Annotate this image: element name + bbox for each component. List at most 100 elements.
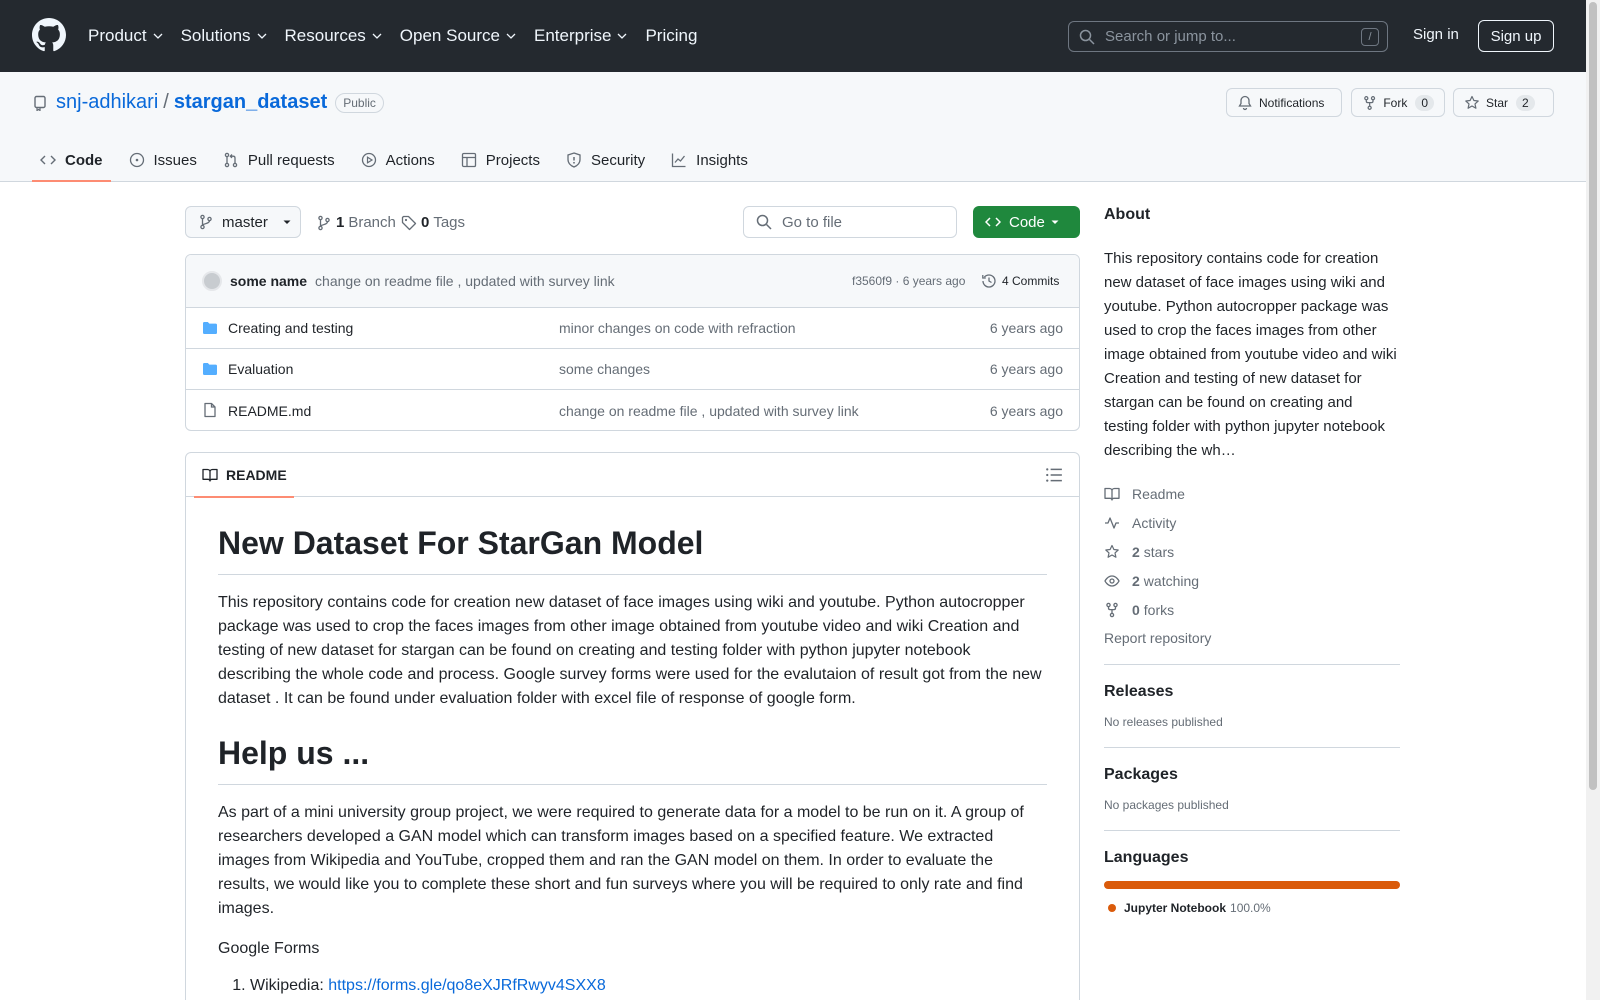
file-commit-message[interactable]: minor changes on code with refraction bbox=[559, 320, 796, 336]
commit-hash-age[interactable]: f3560f9 · 6 years ago bbox=[852, 274, 965, 288]
sign-up-button[interactable]: Sign up bbox=[1478, 20, 1554, 52]
nav-open-source[interactable]: Open Source bbox=[400, 26, 516, 46]
list-icon[interactable] bbox=[1045, 466, 1063, 484]
star-icon bbox=[1105, 544, 1119, 558]
watching-link[interactable]: 2 watching bbox=[1104, 566, 1400, 595]
readme-panel: README New Dataset For StarGan Model Thi… bbox=[185, 452, 1080, 1000]
commit-author[interactable]: some name bbox=[230, 273, 307, 289]
code-dropdown-button[interactable]: Code bbox=[973, 206, 1080, 238]
nav-product[interactable]: Product bbox=[88, 26, 163, 46]
report-repository-link[interactable]: Report repository bbox=[1104, 630, 1400, 646]
nav-solutions[interactable]: Solutions bbox=[181, 26, 267, 46]
releases-title[interactable]: Releases bbox=[1104, 683, 1400, 701]
releases-section: Releases No releases published bbox=[1104, 664, 1400, 729]
sign-in-link[interactable]: Sign in bbox=[1413, 26, 1459, 43]
issue-icon bbox=[129, 152, 144, 168]
github-logo-icon[interactable] bbox=[32, 18, 66, 52]
file-name-link[interactable]: Creating and testing bbox=[228, 320, 353, 336]
tab-actions[interactable]: Actions bbox=[353, 138, 443, 182]
caret-down-icon bbox=[283, 220, 291, 224]
commit-message[interactable]: change on readme file , updated with sur… bbox=[315, 273, 615, 289]
readme-tab[interactable]: README bbox=[194, 453, 294, 498]
repo-owner-link[interactable]: snj-adhikari bbox=[56, 91, 158, 114]
notifications-button[interactable]: Notifications bbox=[1226, 88, 1342, 117]
branch-selector-button[interactable]: master bbox=[185, 206, 301, 238]
nav-pricing-label: Pricing bbox=[645, 26, 698, 45]
readme-link[interactable]: Readme bbox=[1104, 479, 1400, 508]
avatar[interactable] bbox=[202, 271, 222, 291]
readme-list: Wikipedia: https://forms.gle/qo8eXJRfRwy… bbox=[250, 977, 1047, 995]
branch-count: 1 bbox=[336, 214, 345, 231]
book-icon bbox=[1104, 487, 1120, 501]
language-bar bbox=[1104, 881, 1400, 889]
file-browser: some name change on readme file , update… bbox=[185, 254, 1080, 431]
branch-icon bbox=[200, 214, 212, 230]
packages-title[interactable]: Packages bbox=[1104, 766, 1400, 784]
tab-pull-requests-label: Pull requests bbox=[247, 151, 335, 169]
releases-empty-text: No releases published bbox=[1104, 715, 1223, 729]
chevron-down-icon bbox=[153, 33, 163, 39]
repo-title: snj-adhikari / stargan_dataset Public bbox=[32, 91, 384, 114]
search-shortcut-key: / bbox=[1361, 28, 1379, 46]
watching-label: watching bbox=[1143, 572, 1200, 589]
forks-count: 0 bbox=[1132, 601, 1140, 618]
file-row: Evaluation some changes 6 years ago bbox=[186, 349, 1079, 390]
graph-icon bbox=[672, 153, 686, 168]
folder-icon bbox=[203, 322, 217, 334]
language-name: Jupyter Notebook bbox=[1124, 901, 1227, 915]
file-name-link[interactable]: README.md bbox=[228, 403, 311, 419]
nav-resources[interactable]: Resources bbox=[285, 26, 382, 46]
stars-count: 2 bbox=[1132, 543, 1140, 560]
list-item: Wikipedia: https://forms.gle/qo8eXJRfRwy… bbox=[250, 977, 1047, 995]
activity-link[interactable]: Activity bbox=[1104, 508, 1400, 537]
language-item[interactable]: Jupyter Notebook 100.0% bbox=[1104, 901, 1400, 915]
fork-count: 0 bbox=[1415, 94, 1434, 111]
tab-issues[interactable]: Issues bbox=[121, 138, 205, 182]
activity-link-label: Activity bbox=[1132, 514, 1177, 531]
tab-security-label: Security bbox=[590, 151, 646, 169]
nav-open-source-label: Open Source bbox=[399, 26, 500, 45]
tab-projects[interactable]: Projects bbox=[453, 138, 548, 182]
tab-pull-requests[interactable]: Pull requests bbox=[215, 138, 343, 182]
survey-link[interactable]: https://forms.gle/qo8eXJRfRwyv4SXX8 bbox=[328, 977, 605, 994]
forks-link[interactable]: 0 forks bbox=[1104, 595, 1400, 624]
tags-link[interactable]: 0 Tags bbox=[401, 214, 465, 231]
file-name-link[interactable]: Evaluation bbox=[228, 361, 293, 377]
branch-icon bbox=[318, 215, 330, 230]
nav-pricing[interactable]: Pricing bbox=[645, 26, 697, 46]
readme-subheading: Help us ... bbox=[218, 735, 1047, 785]
stars-link[interactable]: 2 stars bbox=[1104, 537, 1400, 566]
tab-code[interactable]: Code bbox=[32, 138, 111, 182]
repo-header: snj-adhikari / stargan_dataset Public No… bbox=[0, 72, 1586, 182]
commits-count-label: 4 Commits bbox=[1002, 274, 1060, 288]
tab-actions-label: Actions bbox=[385, 151, 435, 169]
chevron-down-icon bbox=[618, 33, 627, 39]
fork-label: Fork bbox=[1383, 95, 1408, 110]
file-commit-message[interactable]: some changes bbox=[559, 361, 650, 377]
global-header: Product Solutions Resources Open Source … bbox=[0, 0, 1586, 72]
readme-tab-label: README bbox=[226, 467, 287, 483]
tab-insights[interactable]: Insights bbox=[663, 138, 756, 182]
star-button[interactable]: Star 2 bbox=[1453, 88, 1554, 117]
tab-code-label: Code bbox=[65, 151, 103, 169]
page-scrollbar[interactable] bbox=[1586, 0, 1600, 1000]
eye-icon bbox=[1104, 574, 1120, 587]
go-to-file-input[interactable]: Go to file bbox=[743, 206, 957, 238]
file-commit-message[interactable]: change on readme file , updated with sur… bbox=[559, 403, 859, 419]
nav-enterprise[interactable]: Enterprise bbox=[534, 26, 627, 46]
global-search-input[interactable]: Search or jump to... / bbox=[1068, 21, 1388, 52]
commits-link[interactable]: 4 Commits bbox=[981, 273, 1059, 289]
tab-security[interactable]: Security bbox=[558, 138, 653, 182]
search-placeholder: Search or jump to... bbox=[1105, 28, 1236, 45]
stars-label: stars bbox=[1143, 543, 1175, 560]
tag-icon bbox=[401, 215, 417, 230]
fork-button[interactable]: Fork 0 bbox=[1351, 88, 1445, 117]
scrollbar-thumb[interactable] bbox=[1589, 2, 1597, 790]
languages-title: Languages bbox=[1104, 849, 1189, 866]
search-icon bbox=[1079, 29, 1095, 45]
fork-icon bbox=[1364, 95, 1376, 110]
tab-issues-label: Issues bbox=[153, 151, 197, 169]
branches-link[interactable]: 1 Branch bbox=[316, 214, 396, 231]
repo-name-link[interactable]: stargan_dataset bbox=[174, 91, 327, 114]
pull-request-icon bbox=[224, 152, 238, 168]
